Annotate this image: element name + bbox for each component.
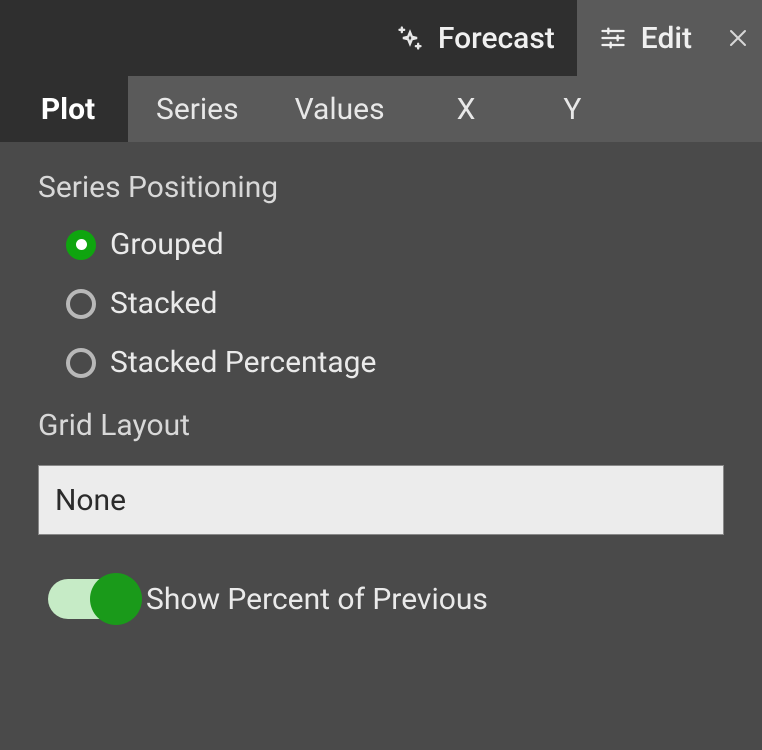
close-icon <box>726 26 750 50</box>
show-percent-previous-label: Show Percent of Previous <box>146 582 488 617</box>
tab-values[interactable]: Values <box>267 76 413 142</box>
radio-icon <box>66 348 96 378</box>
tab-x-label: X <box>457 92 476 127</box>
close-button[interactable] <box>714 0 762 76</box>
grid-layout-select[interactable]: None <box>38 465 724 535</box>
series-positioning-group: Grouped Stacked Stacked Percentage <box>38 227 724 380</box>
radio-grouped-label: Grouped <box>110 227 224 262</box>
radio-stacked-label: Stacked <box>110 286 217 321</box>
plot-panel: Series Positioning Grouped Stacked Stack… <box>0 142 762 750</box>
sliders-icon <box>599 24 627 52</box>
show-percent-previous-toggle[interactable] <box>48 579 138 619</box>
radio-stacked-percentage[interactable]: Stacked Percentage <box>66 345 724 380</box>
tab-y-label: Y <box>563 92 581 127</box>
tabstrip-corner <box>0 76 8 142</box>
series-positioning-heading: Series Positioning <box>38 170 724 205</box>
grid-layout-heading: Grid Layout <box>38 408 724 443</box>
tab-plot-label: Plot <box>41 92 95 127</box>
tab-plot[interactable]: Plot <box>8 76 128 142</box>
radio-icon <box>66 230 96 260</box>
radio-grouped[interactable]: Grouped <box>66 227 724 262</box>
tab-series[interactable]: Series <box>128 76 267 142</box>
edit-button[interactable]: Edit <box>577 0 714 76</box>
forecast-button[interactable]: Forecast <box>374 0 577 76</box>
top-toolbar: Forecast Edit <box>0 0 762 76</box>
show-percent-previous-row: Show Percent of Previous <box>38 579 724 619</box>
edit-label: Edit <box>641 21 692 56</box>
tab-strip: Plot Series Values X Y <box>0 76 762 142</box>
radio-icon <box>66 289 96 319</box>
tab-series-label: Series <box>156 92 239 127</box>
radio-stacked-pct-label: Stacked Percentage <box>110 345 376 380</box>
tab-y[interactable]: Y <box>519 76 625 142</box>
tab-x[interactable]: X <box>413 76 520 142</box>
forecast-label: Forecast <box>438 21 555 56</box>
sparkle-icon <box>396 24 424 52</box>
radio-stacked[interactable]: Stacked <box>66 286 724 321</box>
grid-layout-value: None <box>55 483 126 518</box>
toolbar-spacer <box>0 0 374 76</box>
toggle-knob-icon <box>90 573 142 625</box>
tab-values-label: Values <box>295 92 385 127</box>
